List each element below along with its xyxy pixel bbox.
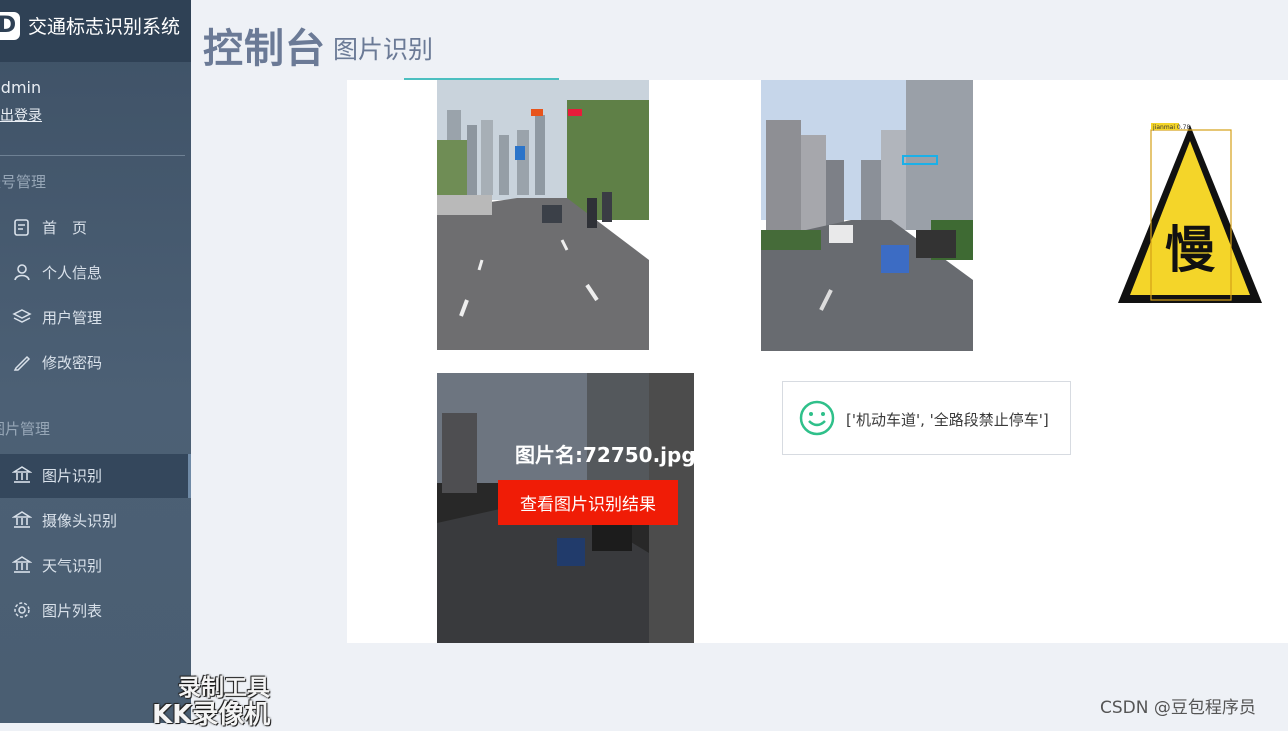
user-name: admin [0,78,42,97]
home-doc-icon [12,217,32,237]
sidebar-item-label: 图片识别 [42,467,103,485]
result-image-2[interactable] [761,80,973,351]
smile-icon [799,400,835,440]
logo: D [0,12,20,40]
sidebar-item-label: 用户管理 [42,309,103,327]
result-text: ['机动车道', '全路段禁止停车'] [846,411,1049,429]
image-card-hover[interactable]: 图片名:72750.jpg 查看图片识别结果 [437,373,694,643]
sidebar: D 交通标志识别系统 admin 退出登录 账号管理 首 页 个人信息 用户管理… [0,0,191,723]
app-title: 交通标志识别系统 [28,16,181,38]
section-image: 图片管理 [0,420,51,438]
page-subtitle: 图片识别 [333,35,434,64]
result-image-1[interactable] [437,80,649,351]
section-account: 账号管理 [0,173,47,191]
sign-character: 慢 [1165,221,1215,279]
sidebar-item-camera[interactable]: 摄像头识别 [0,499,191,541]
bank-icon [11,510,33,530]
sidebar-item-label: 个人信息 [42,264,103,282]
sidebar-item-label: 摄像头识别 [42,512,118,530]
watermark-app: KK录像机 [152,700,271,730]
sidebar-divider [0,155,185,156]
detection-label: jianmai 0.78 [1152,124,1190,131]
sidebar-item-home[interactable]: 首 页 [0,206,191,248]
sidebar-item-password[interactable]: 修改密码 [0,341,191,383]
image-filename: 图片名:72750.jpg [515,443,694,467]
sidebar-item-image-list[interactable]: 图片列表 [0,589,191,631]
gear-icon [12,600,32,620]
view-result-button[interactable]: 查看图片识别结果 [498,480,678,525]
brand-bar: D 交通标志识别系统 [0,0,191,62]
sidebar-item-label: 图片列表 [42,602,103,620]
layers-icon [12,307,32,327]
sidebar-item-users[interactable]: 用户管理 [0,296,191,338]
sidebar-item-label: 天气识别 [42,557,103,575]
credit-watermark: CSDN @豆包程序员 [1100,698,1256,718]
result-message: ['机动车道', '全路段禁止停车'] [782,381,1071,455]
page-title: 控制台 [203,26,326,72]
pencil-icon [12,352,32,372]
sidebar-item-label: 修改密码 [42,354,103,372]
sidebar-item-label: 首 页 [42,219,88,237]
logout-link[interactable]: 退出登录 [0,105,42,125]
bank-icon [11,555,33,575]
sidebar-item-weather[interactable]: 天气识别 [0,544,191,586]
user-icon [12,262,32,282]
bank-icon [11,465,33,485]
sidebar-item-image-recognition[interactable]: 图片识别 [0,454,191,498]
result-image-3[interactable]: jianmai 0.78 慢 [1110,115,1270,315]
sidebar-item-profile[interactable]: 个人信息 [0,251,191,293]
